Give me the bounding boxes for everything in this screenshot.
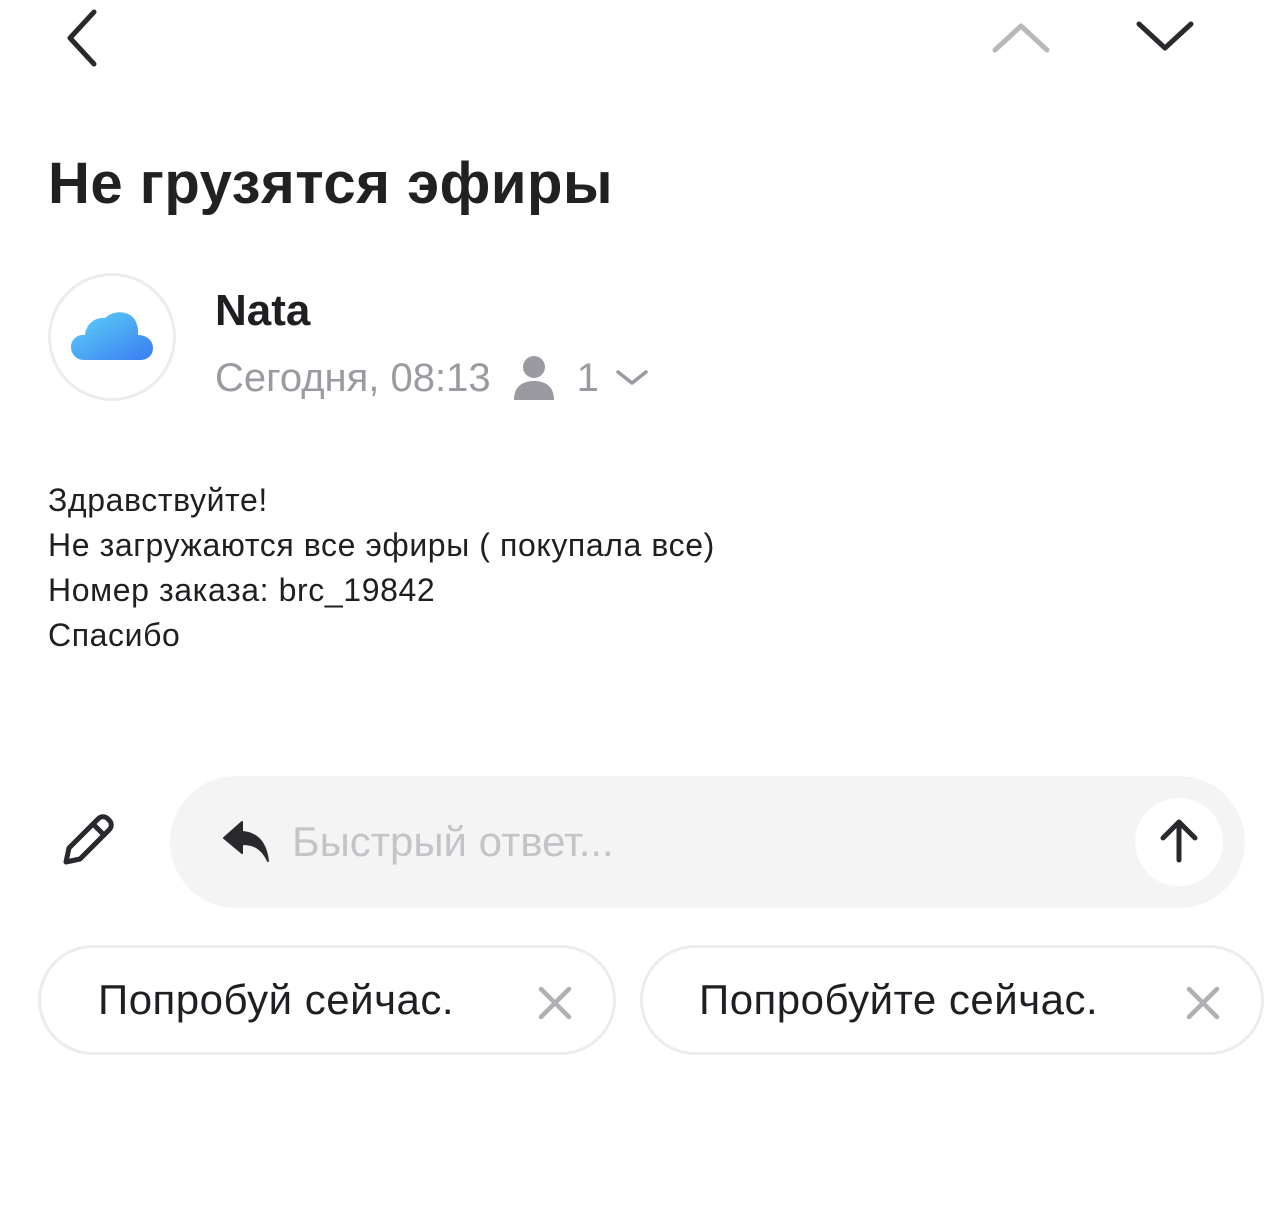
quick-reply-input[interactable] [292,812,1112,872]
recipients-count[interactable]: 1 [577,356,599,401]
close-icon[interactable] [536,984,574,1022]
send-button[interactable] [1135,798,1223,886]
quick-reply-bar [170,776,1245,908]
chevron-down-icon[interactable] [615,368,649,388]
body-line: Номер заказа: brc_19842 [48,572,436,608]
email-date: Сегодня, 08:13 [215,355,491,400]
body-line: Спасибо [48,617,181,653]
next-email-button[interactable] [1130,12,1200,64]
suggestion-chip[interactable]: Попробуйте сейчас. [640,945,1264,1055]
compose-button[interactable] [52,808,122,878]
email-meta: Сегодня, 08:13 1 [215,350,649,406]
close-icon[interactable] [1184,984,1222,1022]
chevron-down-icon [1135,18,1195,59]
sender-avatar[interactable] [48,273,176,401]
body-line: Не загружаются все эфиры ( покупала все) [48,527,715,563]
person-icon [513,354,555,402]
suggestion-chip[interactable]: Попробуй сейчас. [38,945,616,1055]
email-view: Не грузятся эфиры Nata Сегодня, 08:13 1 … [0,0,1280,1213]
reply-arrow-icon [220,818,272,866]
pencil-icon [56,810,118,877]
chevron-up-icon [991,20,1051,61]
body-line: Здравствуйте! [48,482,268,518]
suggestion-label: Попробуй сейчас. [98,976,454,1023]
sender-name[interactable]: Nata [215,286,310,336]
previous-email-button[interactable] [986,14,1056,66]
chevron-left-icon [62,8,102,73]
cloud-icon [71,309,153,366]
email-body: Здравствуйте! Не загружаются все эфиры (… [48,478,715,658]
arrow-up-icon [1159,817,1199,868]
suggestion-label: Попробуйте сейчас. [699,976,1099,1023]
back-button[interactable] [50,4,114,76]
email-subject: Не грузятся эфиры [48,151,613,216]
